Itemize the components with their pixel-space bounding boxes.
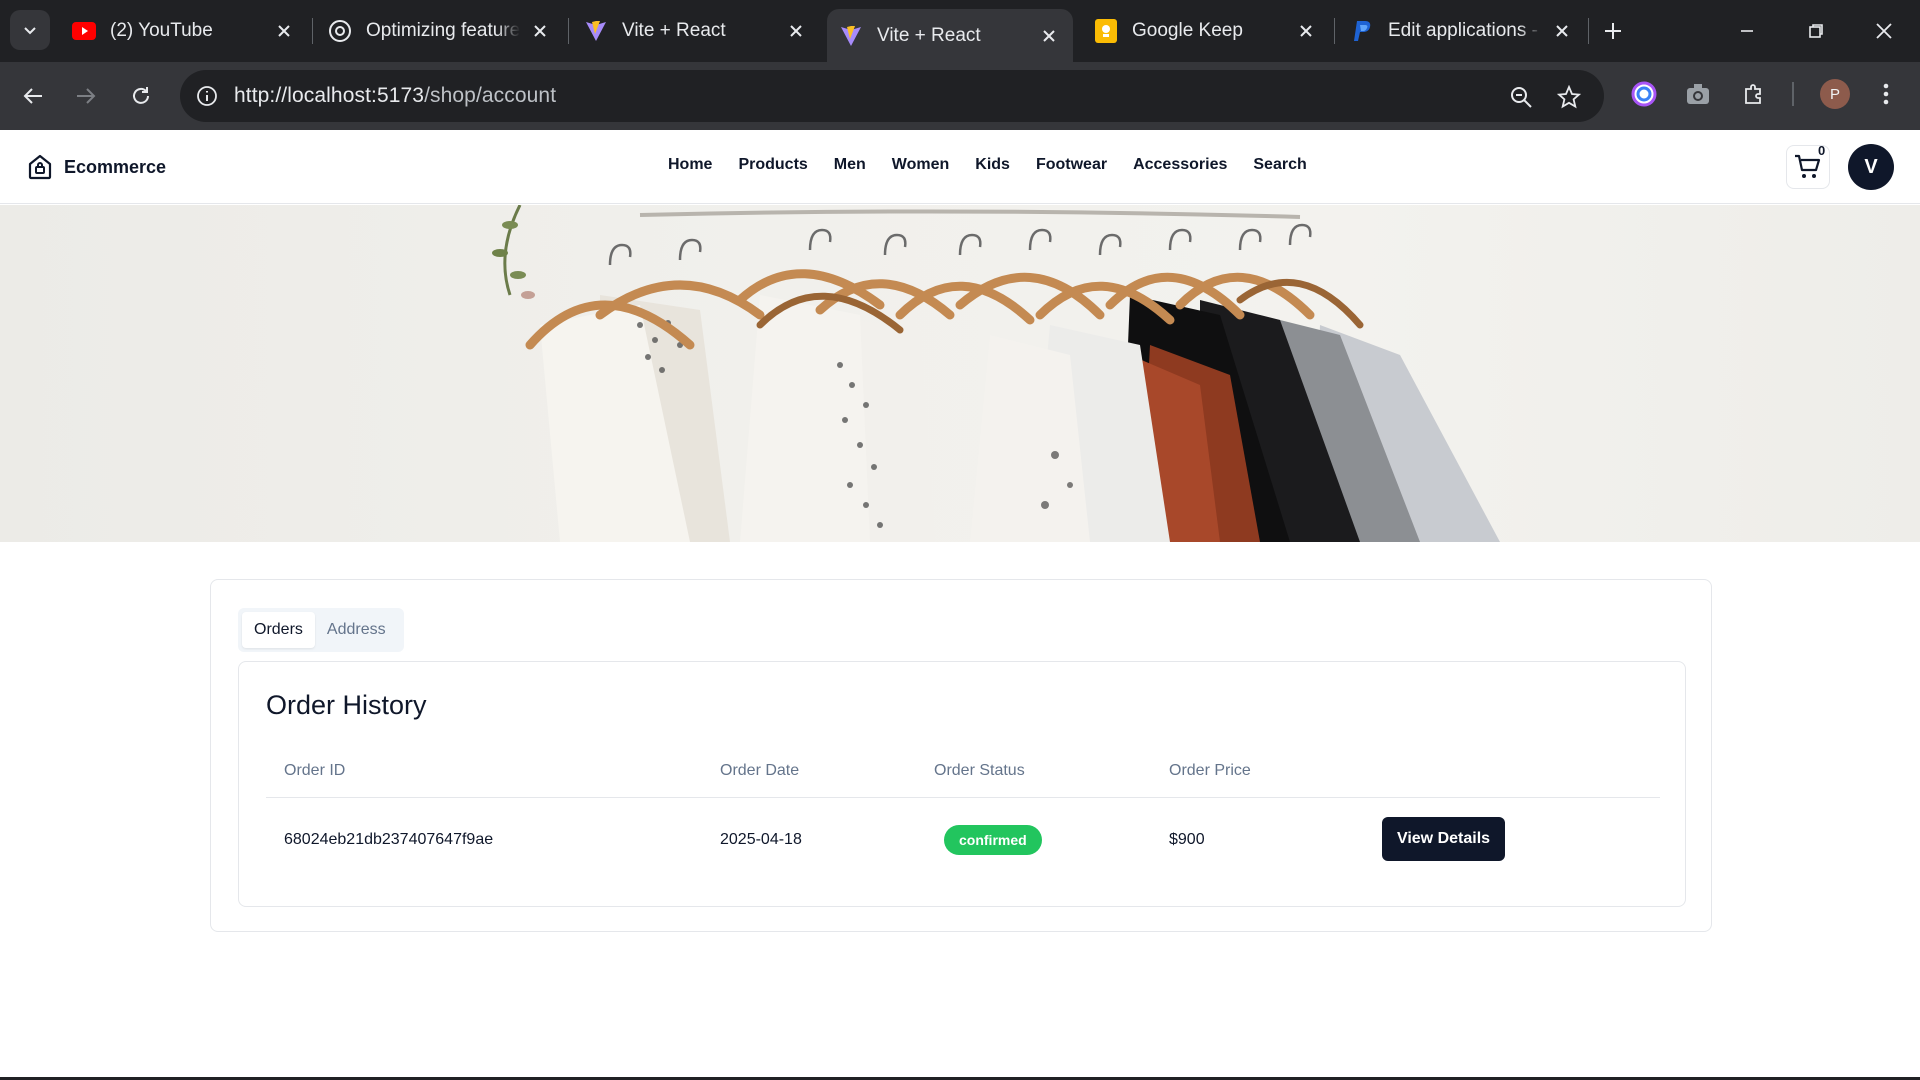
nav-footwear[interactable]: Footwear — [1036, 156, 1107, 174]
tab-separator — [568, 18, 569, 44]
url-text: http://localhost:5173/shop/account — [234, 84, 556, 108]
bookmark-star-icon[interactable] — [1554, 82, 1584, 112]
paypal-icon — [1350, 19, 1374, 43]
site-header: Ecommerce Home Products Men Women Kids F… — [0, 130, 1920, 204]
view-details-button[interactable]: View Details — [1382, 817, 1505, 861]
nav-search[interactable]: Search — [1253, 156, 1306, 174]
close-icon[interactable] — [272, 19, 296, 43]
column-header-order-status: Order Status — [934, 762, 1025, 779]
close-window-button[interactable] — [1867, 14, 1901, 48]
column-header-order-date: Order Date — [720, 762, 800, 779]
browser-tab-paypal[interactable]: Edit applications - — [1338, 10, 1586, 52]
nav-accessories[interactable]: Accessories — [1133, 156, 1227, 174]
orders-table-header: Order ID Order Date Order Status Order P… — [266, 754, 1660, 798]
account-tabs: Orders Address — [238, 608, 404, 652]
back-button[interactable] — [15, 78, 51, 114]
close-icon[interactable] — [784, 19, 808, 43]
close-icon[interactable] — [1550, 19, 1574, 43]
browser-tab-chatgpt[interactable]: Optimizing feature — [316, 10, 564, 52]
minimize-button[interactable] — [1730, 14, 1764, 48]
restore-icon — [1809, 24, 1823, 38]
close-icon[interactable] — [1037, 24, 1061, 48]
arrow-right-icon — [77, 88, 96, 104]
house-icon — [28, 154, 52, 180]
url-path: /shop/account — [424, 84, 557, 107]
chatgpt-icon — [328, 19, 352, 43]
user-avatar[interactable]: V — [1848, 144, 1894, 190]
account-card: Orders Address Order History Order ID Or… — [210, 579, 1712, 932]
keep-icon — [1094, 19, 1118, 43]
orders-card: Order History Order ID Order Date Order … — [238, 661, 1686, 907]
nav-home[interactable]: Home — [668, 156, 712, 174]
tab-title: Vite + React — [877, 24, 981, 46]
tab-orders[interactable]: Orders — [242, 612, 315, 648]
browser-tab-vite-active[interactable]: Vite + React — [827, 9, 1073, 62]
tab-title: (2) YouTube — [110, 20, 213, 41]
nav-men[interactable]: Men — [834, 156, 866, 174]
address-bar[interactable]: http://localhost:5173/shop/account — [180, 70, 1604, 122]
brand-name: Ecommerce — [64, 156, 167, 177]
tab-title: Edit applications - — [1388, 20, 1538, 41]
cart-count-badge: 0 — [1818, 143, 1826, 158]
chevron-down-icon — [24, 27, 36, 35]
restore-button[interactable] — [1799, 14, 1833, 48]
tab-address[interactable]: Address — [315, 612, 398, 648]
status-badge: confirmed — [944, 825, 1042, 855]
tab-title: Google Keep — [1132, 20, 1243, 41]
new-tab-button[interactable] — [1598, 16, 1628, 46]
forward-button[interactable] — [68, 78, 104, 114]
reload-icon — [133, 87, 149, 104]
browser-tab-keep[interactable]: Google Keep — [1082, 10, 1330, 52]
tab-separator — [1334, 18, 1335, 44]
plus-icon — [1605, 23, 1621, 39]
nav-kids[interactable]: Kids — [975, 156, 1010, 174]
zoom-icon[interactable] — [1506, 82, 1536, 112]
reload-button[interactable] — [123, 78, 159, 114]
browser-tabstrip: (2) YouTube Optimizing feature Vite + Re… — [0, 0, 1920, 62]
order-price: $900 — [1169, 831, 1205, 848]
main-nav: Home Products Men Women Kids Footwear Ac… — [668, 156, 1333, 174]
brand-link[interactable]: Ecommerce — [28, 154, 166, 180]
minimize-icon — [1741, 30, 1753, 32]
tab-separator — [1588, 18, 1589, 44]
tab-separator — [312, 18, 313, 44]
column-header-order-price: Order Price — [1169, 762, 1251, 779]
close-icon — [1876, 23, 1892, 39]
clothing-rack-image — [492, 205, 1500, 542]
vite-icon — [839, 24, 863, 48]
more-menu-icon[interactable] — [1870, 78, 1902, 110]
close-icon[interactable] — [1294, 19, 1318, 43]
column-header-order-id: Order ID — [284, 762, 346, 779]
close-icon[interactable] — [528, 19, 552, 43]
browser-tab-vite-1[interactable]: Vite + React — [572, 10, 820, 52]
camera-icon[interactable] — [1682, 78, 1714, 110]
nav-women[interactable]: Women — [892, 156, 949, 174]
table-row: 68024eb21db237407647f9ae 2025-04-18 conf… — [266, 799, 1660, 879]
youtube-icon — [72, 19, 96, 43]
nav-products[interactable]: Products — [738, 156, 807, 174]
site-info-icon[interactable] — [192, 81, 222, 111]
profile-avatar[interactable]: P — [1820, 79, 1850, 109]
url-host: http://localhost:5173 — [234, 84, 425, 107]
browser-tab-youtube[interactable]: (2) YouTube — [60, 10, 308, 52]
tab-title: Vite + React — [622, 20, 726, 41]
account-hero-banner — [0, 205, 1920, 542]
vite-icon — [584, 19, 608, 43]
toolbar-separator — [1792, 82, 1794, 106]
orders-title: Order History — [266, 690, 427, 720]
extensions-puzzle-icon[interactable] — [1738, 78, 1770, 110]
tab-search-button[interactable] — [10, 10, 50, 50]
tab-title: Optimizing feature — [366, 20, 520, 41]
order-id: 68024eb21db237407647f9ae — [284, 831, 494, 848]
extension-colorful-icon[interactable] — [1628, 78, 1660, 110]
arrow-left-icon — [23, 88, 42, 104]
order-date: 2025-04-18 — [720, 831, 802, 848]
